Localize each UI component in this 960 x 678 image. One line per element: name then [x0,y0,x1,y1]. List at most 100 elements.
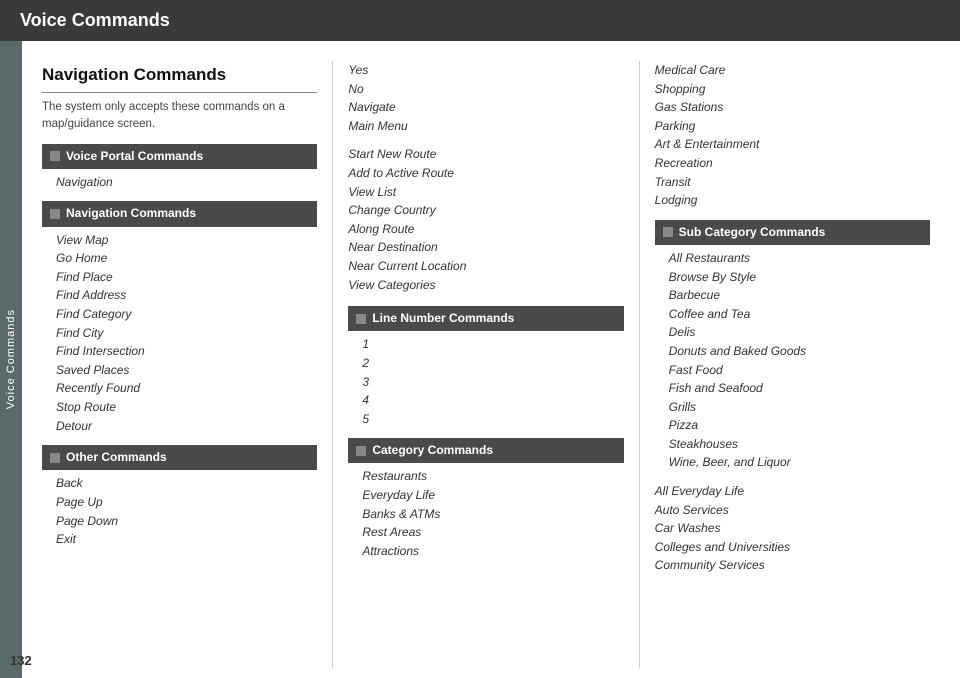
list-item: Parking [655,117,930,136]
list-item: Yes [348,61,623,80]
side-tab: Voice Commands [0,41,22,678]
column-1: Navigation Commands The system only acce… [42,61,327,668]
square-icon-sub-category [663,227,673,237]
list-item: Navigation [56,173,317,192]
list-item: Community Services [655,556,930,575]
section-title-nav-commands: Navigation Commands [66,204,196,223]
col2-mid-items: Start New Route Add to Active Route View… [348,145,623,294]
header-title: Voice Commands [20,10,170,31]
list-item: Find Category [56,305,317,324]
list-item: Find Address [56,286,317,305]
list-item: Stop Route [56,398,317,417]
list-item: Shopping [655,80,930,99]
side-tab-label: Voice Commands [5,309,17,409]
page-number: 132 [10,653,32,668]
list-item: Change Country [348,201,623,220]
list-item: Recently Found [56,379,317,398]
list-item: Barbecue [669,286,930,305]
list-item: Start New Route [348,145,623,164]
list-item: Rest Areas [362,523,623,542]
list-item: Add to Active Route [348,164,623,183]
section-header-nav-commands: Navigation Commands [42,201,317,226]
list-item: Find Place [56,268,317,287]
line-number-items: 1 2 3 4 5 [348,335,623,428]
main-content: Navigation Commands The system only acce… [22,41,960,678]
list-item: Colleges and Universities [655,538,930,557]
list-item: 3 [362,373,623,392]
list-item: Fish and Seafood [669,379,930,398]
column-3: Medical Care Shopping Gas Stations Parki… [645,61,940,668]
list-item: Find City [56,324,317,343]
section-title-sub-category: Sub Category Commands [679,223,826,242]
list-item: Exit [56,530,317,549]
other-command-items: Back Page Up Page Down Exit [42,474,317,548]
list-item: Grills [669,398,930,417]
list-item: Wine, Beer, and Liquor [669,453,930,472]
col3-bottom-items: All Everyday Life Auto Services Car Wash… [655,482,930,575]
col2-top-items: Yes No Navigate Main Menu [348,61,623,135]
list-item: Go Home [56,249,317,268]
square-icon-line-number [356,314,366,324]
list-item: Restaurants [362,467,623,486]
list-item: Browse By Style [669,268,930,287]
list-item: Coffee and Tea [669,305,930,324]
list-item: Medical Care [655,61,930,80]
col3-top-items: Medical Care Shopping Gas Stations Parki… [655,61,930,210]
list-item: Pizza [669,416,930,435]
list-item: Car Washes [655,519,930,538]
list-item: View Categories [348,276,623,295]
col-divider-2 [639,61,640,668]
list-item: Recreation [655,154,930,173]
square-icon-voice-portal [50,151,60,161]
sub-category-items: All Restaurants Browse By Style Barbecue… [655,249,930,472]
list-item: Lodging [655,191,930,210]
list-item: No [348,80,623,99]
list-item: Banks & ATMs [362,505,623,524]
square-icon-nav-commands [50,209,60,219]
list-item: 5 [362,410,623,429]
category-items: Restaurants Everyday Life Banks & ATMs R… [348,467,623,560]
list-item: 4 [362,391,623,410]
list-item: Gas Stations [655,98,930,117]
list-item: Detour [56,417,317,436]
list-item: Main Menu [348,117,623,136]
section-title-category: Category Commands [372,441,493,460]
section-header-sub-category: Sub Category Commands [655,220,930,245]
list-item: All Restaurants [669,249,930,268]
list-item: Find Intersection [56,342,317,361]
nav-command-items: View Map Go Home Find Place Find Address… [42,231,317,436]
list-item: Delis [669,323,930,342]
list-item: Fast Food [669,361,930,380]
section-title-other-commands: Other Commands [66,448,167,467]
list-item: View List [348,183,623,202]
list-item: Donuts and Baked Goods [669,342,930,361]
page-header: Voice Commands [0,0,960,41]
section-header-other-commands: Other Commands [42,445,317,470]
section-title-line-number: Line Number Commands [372,309,514,328]
list-item: Saved Places [56,361,317,380]
section-header-voice-portal: Voice Portal Commands [42,144,317,169]
list-item: 2 [362,354,623,373]
col-divider-1 [332,61,333,668]
col1-main-title: Navigation Commands [42,61,317,93]
list-item: Back [56,474,317,493]
list-item: Transit [655,173,930,192]
col1-intro: The system only accepts these commands o… [42,99,317,134]
column-2: Yes No Navigate Main Menu Start New Rout… [338,61,633,668]
list-item: Page Up [56,493,317,512]
list-item: Page Down [56,512,317,531]
section-header-line-number: Line Number Commands [348,306,623,331]
section-title-voice-portal: Voice Portal Commands [66,147,203,166]
list-item: Everyday Life [362,486,623,505]
list-item: View Map [56,231,317,250]
list-item: Attractions [362,542,623,561]
list-item: Art & Entertainment [655,135,930,154]
list-item: Near Current Location [348,257,623,276]
list-item: Auto Services [655,501,930,520]
list-item: Near Destination [348,238,623,257]
list-item: Along Route [348,220,623,239]
list-item: All Everyday Life [655,482,930,501]
section-header-category: Category Commands [348,438,623,463]
square-icon-other-commands [50,453,60,463]
voice-portal-items: Navigation [42,173,317,192]
